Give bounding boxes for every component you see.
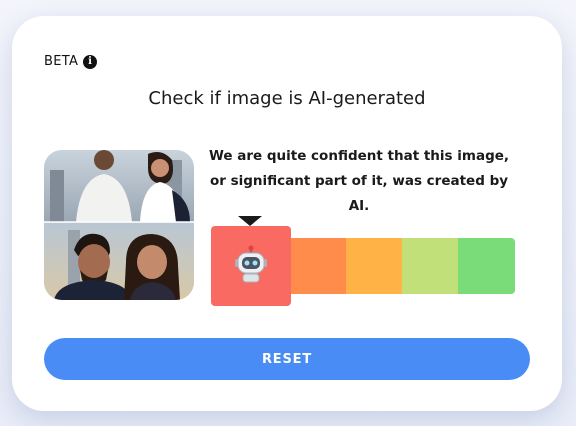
scale-segment-4 <box>402 238 458 294</box>
beta-badge: BETA i <box>44 54 98 69</box>
scale-pointer-icon <box>238 216 262 226</box>
detector-card: BETA i Check if image is AI-generated We… <box>12 16 562 411</box>
scale-segment-3 <box>346 238 402 294</box>
scale-segment-2 <box>287 238 346 294</box>
confidence-scale <box>211 216 515 306</box>
analyzed-image <box>44 150 194 300</box>
scale-segment-active <box>211 226 291 306</box>
verdict-text: We are quite confident that this image, … <box>208 148 510 214</box>
scale-segment-5 <box>458 238 515 294</box>
robot-icon <box>234 245 268 287</box>
page-title: Check if image is AI-generated <box>148 88 426 109</box>
reset-button[interactable]: RESET <box>44 338 530 380</box>
beta-label: BETA <box>44 54 79 69</box>
info-icon[interactable]: i <box>83 54 98 69</box>
